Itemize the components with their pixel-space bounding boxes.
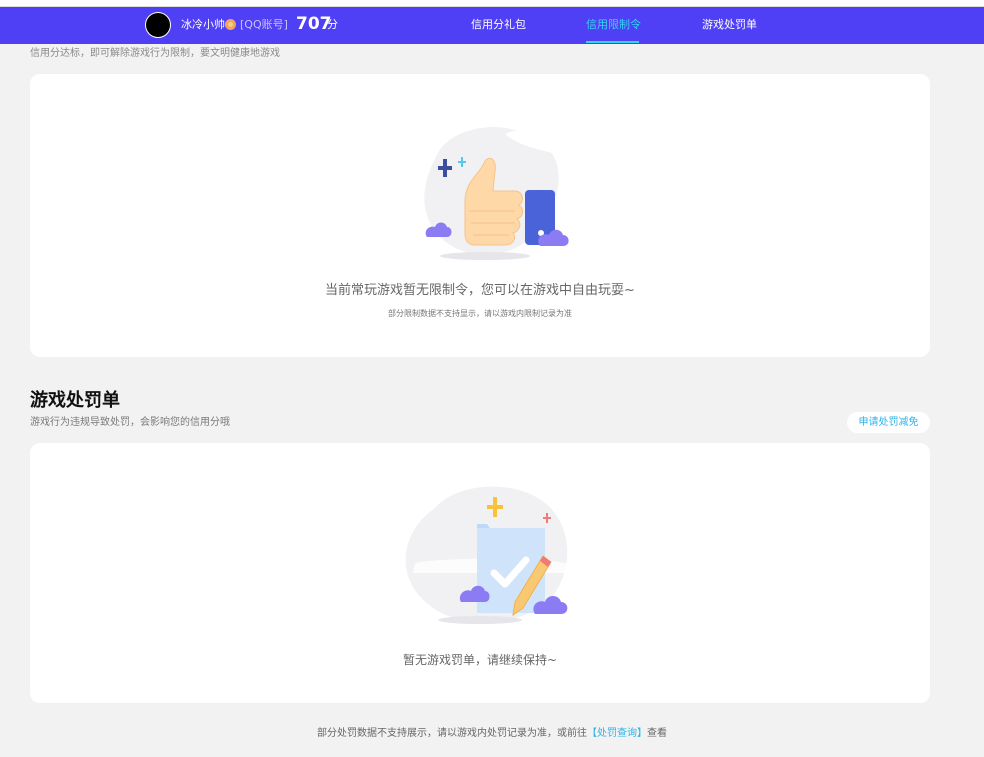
penalty-section-subtitle: 游戏行为违规导致处罚，会影响您的信用分哦 xyxy=(30,417,230,428)
restriction-empty-card: 当前常玩游戏暂无限制令，您可以在游戏中自由玩耍~ 部分限制数据不支持显示，请以游… xyxy=(30,74,930,357)
restriction-section-subtitle: 信用分达标，即可解除游戏行为限制，要文明健康地游戏 xyxy=(30,48,280,59)
restriction-data-note: 部分限制数据不支持显示，请以游戏内限制记录为准 xyxy=(388,309,572,318)
top-navigation-bar: 冰冷小帅 [QQ账号] 707 分 信用分礼包 信用限制令 游戏处罚单 xyxy=(0,7,984,44)
penalty-footer-note: 部分处罚数据不支持展示，请以游戏内处罚记录为准，或前往【处罚查询】查看 xyxy=(0,727,984,740)
tab-credit-gift[interactable]: 信用分礼包 xyxy=(471,18,526,32)
penalty-empty-card: 暂无游戏罚单，请继续保持~ xyxy=(30,443,930,703)
footer-text: 部分处罚数据不支持展示，请以游戏内处罚记录为准，或前往 xyxy=(317,728,587,739)
browser-top-edge xyxy=(0,0,984,7)
penalty-empty-message: 暂无游戏罚单，请继续保持~ xyxy=(402,653,558,667)
clipboard-check-icon xyxy=(405,486,570,624)
thumbs-up-icon xyxy=(424,127,569,260)
credit-score-unit: 分 xyxy=(327,18,338,31)
restriction-empty-message: 当前常玩游戏暂无限制令，您可以在游戏中自由玩耍~ xyxy=(325,283,635,298)
avatar[interactable] xyxy=(145,12,171,38)
account-type: [QQ账号] xyxy=(240,18,288,31)
penalty-section-title: 游戏处罚单 xyxy=(30,390,120,411)
footer-text-end: 查看 xyxy=(647,728,667,739)
penalty-query-link[interactable]: 【处罚查询】 xyxy=(587,728,647,739)
apply-penalty-reduction-button[interactable]: 申请处罚减免 xyxy=(847,412,930,433)
username: 冰冷小帅 xyxy=(181,18,225,31)
tab-game-penalty[interactable]: 游戏处罚单 xyxy=(702,18,757,32)
user-badge-icon xyxy=(225,19,236,30)
tab-credit-restriction[interactable]: 信用限制令 xyxy=(586,18,641,32)
active-tab-indicator xyxy=(586,41,639,43)
